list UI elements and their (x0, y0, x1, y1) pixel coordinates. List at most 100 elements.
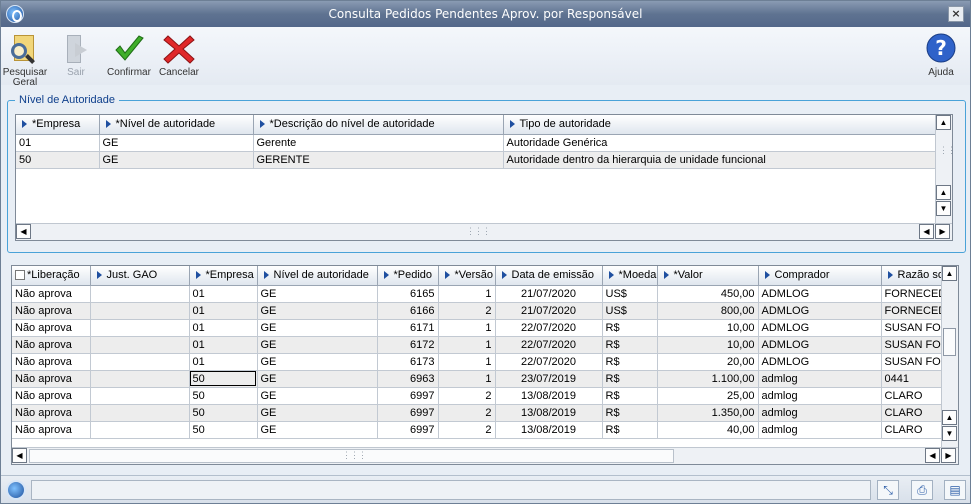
table-row[interactable]: Não aprova 01 GE 6172 1 22/07/2020 R$ 10,00 ADML… (12, 336, 958, 354)
confirm-button[interactable]: Confirmar (105, 33, 153, 78)
scroll-up-icon[interactable]: ▲ (936, 185, 951, 200)
authority-cell[interactable]: GERENTE (253, 151, 504, 169)
order-cell[interactable]: 01 (189, 302, 258, 320)
order-cell[interactable]: ADMLOG (758, 319, 882, 337)
order-cell[interactable]: Não aprova (12, 387, 91, 405)
order-cell[interactable]: 01 (189, 353, 258, 371)
order-cell[interactable]: 22/07/2020 (495, 319, 603, 337)
order-cell[interactable]: 1 (438, 319, 496, 337)
table-row[interactable]: Não aprova 50 GE 6997 2 13/08/2019 R$ 40,00 adml… (12, 421, 958, 439)
order-cell[interactable]: GE (257, 370, 378, 388)
orders-col-header-0[interactable]: *Liberação (12, 266, 91, 286)
authority-vertical-scrollbar[interactable]: ▲ ⋮⋮ ▲ ▼ (935, 115, 952, 225)
scroll-right-icon[interactable]: ▶ (935, 224, 950, 239)
table-row[interactable]: Não aprova 50 GE 6963 1 23/07/2019 R$ 1.100,00 a… (12, 370, 958, 388)
order-cell[interactable]: admlog (758, 404, 882, 422)
order-cell[interactable]: ADMLOG (758, 302, 882, 320)
order-cell[interactable]: 10,00 (657, 319, 759, 337)
orders-vertical-scrollbar[interactable]: ▲ ▲ ▼ (941, 266, 958, 449)
order-cell[interactable]: 13/08/2019 (495, 404, 603, 422)
order-cell[interactable] (90, 404, 190, 422)
order-cell[interactable]: GE (257, 336, 378, 354)
order-cell[interactable]: 50 (189, 421, 258, 439)
order-cell[interactable]: 2 (438, 302, 496, 320)
orders-col-header-7[interactable]: *Moeda (602, 266, 658, 286)
order-cell[interactable]: 2 (438, 421, 496, 439)
cancel-button[interactable]: Cancelar (155, 33, 203, 78)
order-cell[interactable]: admlog (758, 370, 882, 388)
scroll-down-icon[interactable]: ▼ (942, 426, 957, 441)
scroll-up-icon[interactable]: ▲ (936, 115, 951, 130)
authority-col-header-1[interactable]: *Nível de autoridade (99, 115, 254, 135)
order-cell[interactable]: R$ (602, 353, 658, 371)
order-cell[interactable]: GE (257, 302, 378, 320)
order-cell[interactable]: 50 (189, 404, 258, 422)
authority-cell[interactable]: Autoridade dentro da hierarquia de unida… (503, 151, 937, 169)
order-cell[interactable]: GE (257, 404, 378, 422)
authority-horizontal-scrollbar[interactable]: ◀ ⋮⋮⋮ ◀ ▶ (16, 223, 952, 240)
order-cell[interactable]: Não aprova (12, 421, 91, 439)
order-cell[interactable]: US$ (602, 285, 658, 303)
order-cell[interactable]: 40,00 (657, 421, 759, 439)
authority-cell[interactable]: Gerente (253, 134, 504, 152)
order-cell[interactable] (90, 387, 190, 405)
search-general-button[interactable]: Pesquisar Geral (1, 33, 49, 88)
order-cell[interactable] (90, 319, 190, 337)
order-cell[interactable] (90, 421, 190, 439)
order-cell[interactable]: 6166 (377, 302, 439, 320)
exit-button[interactable]: Sair (52, 33, 100, 78)
order-cell[interactable]: 50 (189, 370, 258, 388)
order-cell[interactable]: 1.350,00 (657, 404, 759, 422)
authority-cell[interactable]: 50 (16, 151, 100, 169)
table-row[interactable]: Não aprova 50 GE 6997 2 13/08/2019 R$ 25,00 adml… (12, 387, 958, 405)
order-cell[interactable] (90, 285, 190, 303)
order-cell[interactable]: 6172 (377, 336, 439, 354)
order-cell[interactable]: Não aprova (12, 302, 91, 320)
order-cell[interactable]: GE (257, 319, 378, 337)
order-cell[interactable]: 25,00 (657, 387, 759, 405)
resize-icon[interactable]: ⤡ (877, 480, 899, 500)
order-cell[interactable]: 1 (438, 353, 496, 371)
orders-col-header-9[interactable]: Comprador (758, 266, 882, 286)
order-cell[interactable]: 20,00 (657, 353, 759, 371)
scroll-up-icon[interactable]: ▲ (942, 410, 957, 425)
select-all-checkbox[interactable] (15, 270, 25, 281)
table-row[interactable]: Não aprova 01 GE 6171 1 22/07/2020 R$ 10,00 ADML… (12, 319, 958, 337)
order-cell[interactable]: GE (257, 353, 378, 371)
orders-col-header-8[interactable]: *Valor (657, 266, 759, 286)
order-cell[interactable]: 10,00 (657, 336, 759, 354)
order-cell[interactable]: 2 (438, 404, 496, 422)
order-cell[interactable]: Não aprova (12, 319, 91, 337)
order-cell[interactable]: ADMLOG (758, 336, 882, 354)
order-cell[interactable]: Não aprova (12, 353, 91, 371)
order-cell[interactable]: admlog (758, 387, 882, 405)
order-cell[interactable]: 450,00 (657, 285, 759, 303)
table-row[interactable]: Não aprova 01 GE 6173 1 22/07/2020 R$ 20,00 ADML… (12, 353, 958, 371)
order-cell[interactable]: 01 (189, 336, 258, 354)
orders-col-header-3[interactable]: Nível de autoridade (257, 266, 378, 286)
order-cell[interactable]: R$ (602, 404, 658, 422)
authority-row[interactable]: 01 GE Gerente Autoridade Genérica (16, 134, 937, 152)
order-cell[interactable]: 6997 (377, 387, 439, 405)
order-cell[interactable]: 01 (189, 319, 258, 337)
order-cell[interactable]: ADMLOG (758, 285, 882, 303)
orders-col-header-6[interactable]: Data de emissão (495, 266, 603, 286)
order-cell[interactable]: R$ (602, 319, 658, 337)
order-cell[interactable]: 21/07/2020 (495, 285, 603, 303)
authority-cell[interactable]: GE (99, 134, 254, 152)
table-row[interactable]: Não aprova 01 GE 6166 2 21/07/2020 US$ 800,00 AD… (12, 302, 958, 320)
scroll-left-icon[interactable]: ◀ (919, 224, 934, 239)
order-cell[interactable]: 6165 (377, 285, 439, 303)
authority-cell[interactable]: GE (99, 151, 254, 169)
orders-col-header-5[interactable]: *Versão (438, 266, 496, 286)
order-cell[interactable]: GE (257, 387, 378, 405)
order-cell[interactable]: 1 (438, 370, 496, 388)
order-cell[interactable]: 6963 (377, 370, 439, 388)
order-cell[interactable]: 2 (438, 387, 496, 405)
order-cell[interactable]: 6997 (377, 404, 439, 422)
order-cell[interactable]: 6173 (377, 353, 439, 371)
order-cell[interactable]: 22/07/2020 (495, 336, 603, 354)
order-cell[interactable]: Não aprova (12, 285, 91, 303)
help-button[interactable]: ? Ajuda (917, 33, 965, 78)
order-cell[interactable]: 1.100,00 (657, 370, 759, 388)
